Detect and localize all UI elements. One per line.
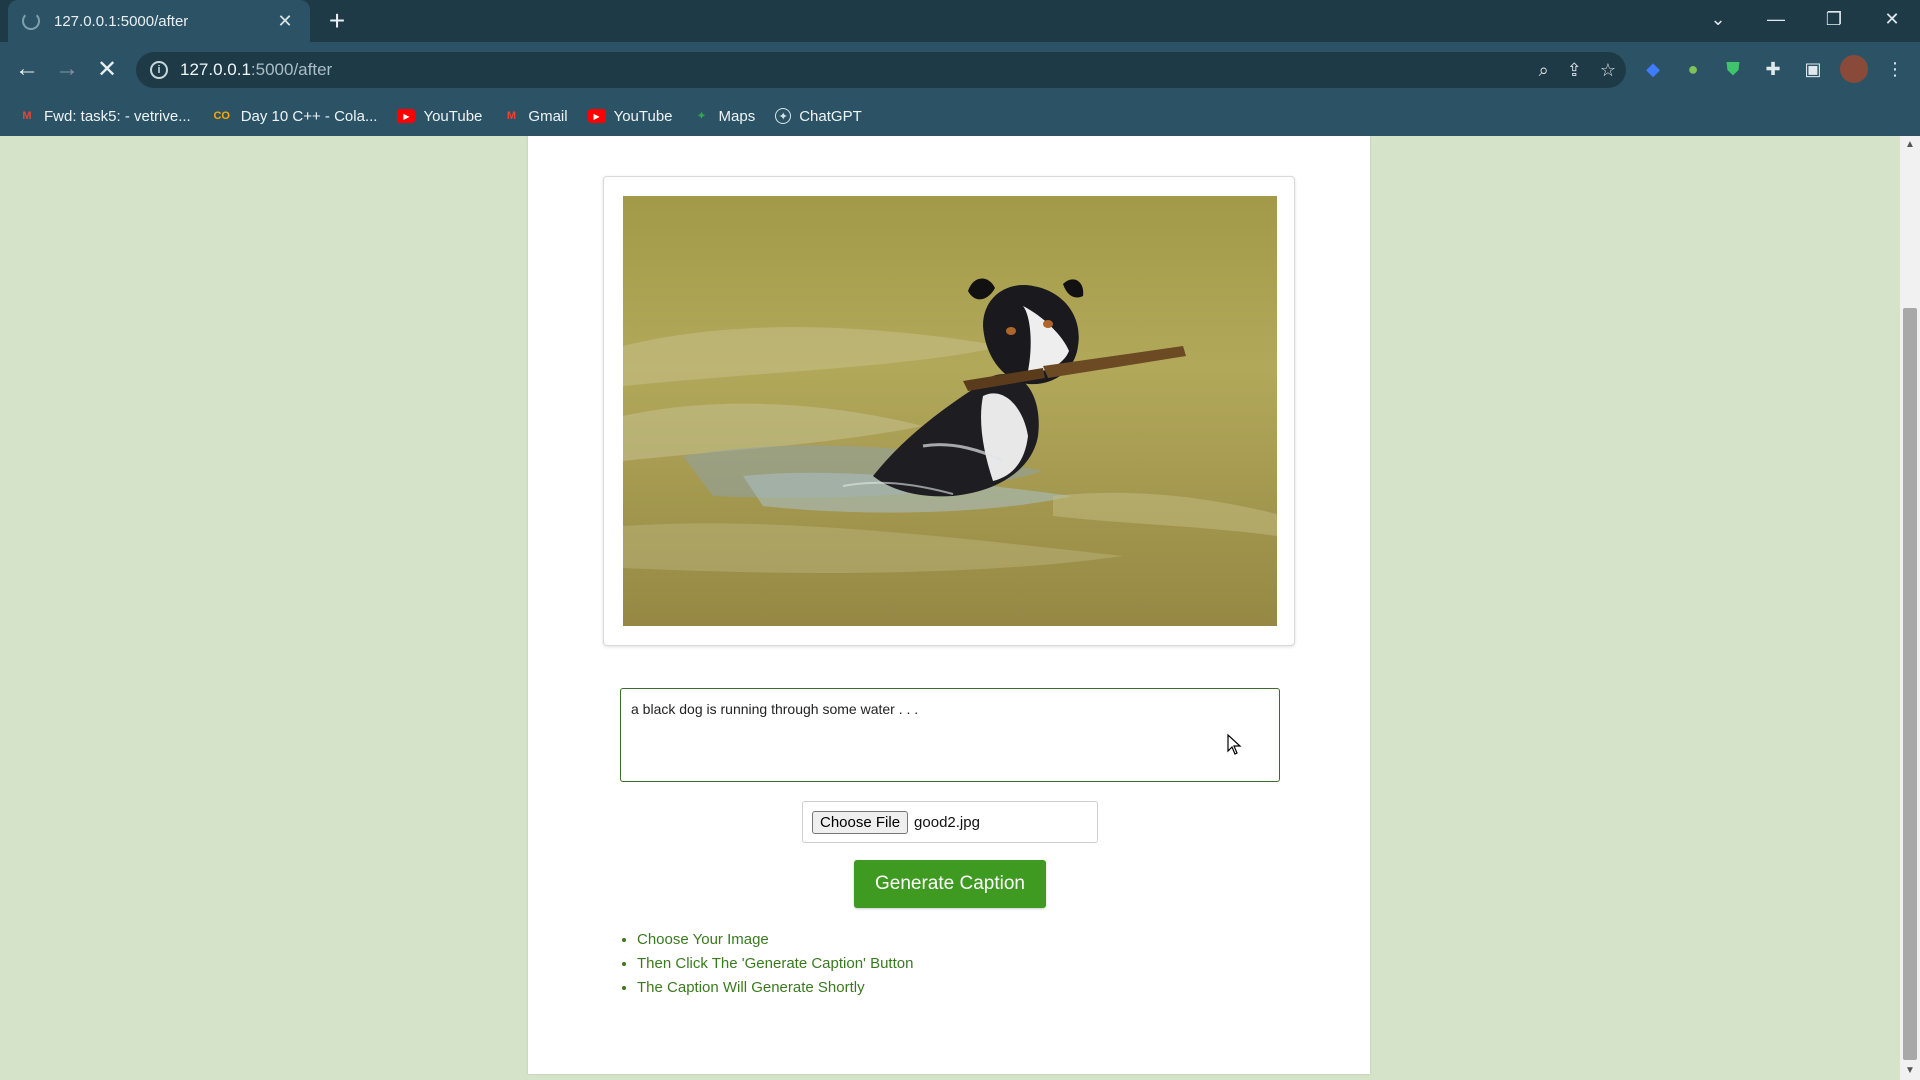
bookmark-label: YouTube — [613, 107, 673, 125]
extensions-puzzle-icon[interactable]: ✚ — [1760, 56, 1786, 82]
back-button[interactable]: ← — [8, 50, 46, 88]
instruction-item: Then Click The 'Generate Caption' Button — [637, 952, 913, 976]
bookmark-item[interactable]: ▶ YouTube — [397, 108, 482, 125]
choose-file-button[interactable]: Choose File — [812, 810, 909, 834]
main-card: a black dog is running through some wate… — [528, 136, 1370, 1074]
shield-icon[interactable]: ⛊ — [1720, 56, 1746, 82]
minimize-button[interactable]: — — [1748, 0, 1804, 38]
mouse-cursor-icon — [1227, 734, 1242, 755]
title-bar: 127.0.0.1:5000/after ✕ + ⌄ — ❐ ✕ — [0, 0, 1920, 42]
instruction-item: Choose Your Image — [637, 928, 913, 952]
instructions-list: Choose Your Image Then Click The 'Genera… — [621, 928, 913, 1000]
youtube-icon: ▶ — [587, 109, 606, 123]
scrollbar-thumb[interactable] — [1903, 308, 1917, 1060]
bookmark-item[interactable]: ✦ ChatGPT — [775, 108, 862, 125]
profile-avatar[interactable] — [1840, 55, 1868, 83]
instruction-item: The Caption Will Generate Shortly — [637, 976, 913, 1000]
tab-search-button[interactable]: ⌄ — [1690, 0, 1746, 38]
youtube-icon: ▶ — [397, 109, 416, 123]
site-info-icon[interactable]: i — [150, 61, 168, 79]
gmail-icon: M — [506, 110, 516, 122]
share-icon[interactable]: ⇪ — [1567, 60, 1582, 81]
browser-tab[interactable]: 127.0.0.1:5000/after ✕ — [8, 0, 310, 42]
caption-text: a black dog is running through some wate… — [631, 701, 919, 717]
stop-loading-button[interactable]: ✕ — [88, 50, 126, 88]
file-input[interactable]: Choose File good2.jpg — [802, 801, 1098, 843]
bookmark-label: Fwd: task5: - vetrive... — [44, 107, 191, 125]
extension-pen-icon[interactable]: ◆ — [1640, 56, 1666, 82]
forward-button[interactable]: → — [48, 50, 86, 88]
new-tab-button[interactable]: + — [322, 6, 352, 36]
gmail-icon: M — [22, 110, 32, 122]
zoom-icon[interactable]: ⌕ — [1539, 60, 1549, 81]
caption-output-textarea[interactable]: a black dog is running through some wate… — [620, 688, 1280, 782]
bookmark-item[interactable]: ▶ YouTube — [587, 107, 673, 125]
bookmarks-bar: M Fwd: task5: - vetrive... CO Day 10 C++… — [0, 96, 1920, 136]
bookmark-star-icon[interactable]: ☆ — [1600, 60, 1616, 81]
restore-button[interactable]: ❐ — [1806, 0, 1862, 38]
close-tab-icon[interactable]: ✕ — [274, 11, 296, 32]
bookmark-item[interactable]: CO Day 10 C++ - Cola... — [211, 107, 378, 125]
vertical-scrollbar[interactable]: ▲ ▼ — [1900, 136, 1920, 1080]
menu-kebab-icon[interactable]: ⋮ — [1882, 56, 1908, 82]
browser-toolbar: ← → ✕ i 127.0.0.1:5000/after ⌕ ⇪ ☆ ◆ ● ⛊… — [0, 42, 1920, 96]
page-viewport: a black dog is running through some wate… — [0, 136, 1900, 1080]
colab-icon: CO — [213, 110, 230, 122]
extension-palette-icon[interactable]: ● — [1680, 56, 1706, 82]
bookmark-label: Maps — [718, 107, 756, 125]
url-path: :5000/after — [250, 60, 333, 79]
loading-spinner-icon — [22, 12, 40, 30]
bookmark-label: Day 10 C++ - Cola... — [240, 107, 378, 125]
image-preview-frame — [603, 176, 1295, 646]
scroll-up-arrow-icon[interactable]: ▲ — [1900, 136, 1920, 154]
tab-title: 127.0.0.1:5000/after — [54, 12, 189, 30]
scroll-down-arrow-icon[interactable]: ▼ — [1900, 1062, 1920, 1080]
bookmark-label: ChatGPT — [799, 107, 862, 125]
bookmark-item[interactable]: M Fwd: task5: - vetrive... — [18, 107, 191, 125]
bookmark-item[interactable]: ⌖ Maps — [693, 107, 756, 125]
dog-in-water-illustration — [623, 196, 1277, 626]
bookmark-label: YouTube — [423, 107, 483, 125]
uploaded-dog-photo — [623, 196, 1277, 626]
side-panel-icon[interactable]: ▣ — [1800, 56, 1826, 82]
selected-file-name: good2.jpg — [914, 813, 980, 831]
close-window-button[interactable]: ✕ — [1864, 0, 1920, 38]
address-bar[interactable]: i 127.0.0.1:5000/after ⌕ ⇪ ☆ — [136, 52, 1626, 88]
generate-caption-button[interactable]: Generate Caption — [854, 860, 1046, 908]
bookmark-item[interactable]: M Gmail — [502, 107, 568, 125]
maps-icon: ⌖ — [698, 109, 705, 122]
chatgpt-icon: ✦ — [775, 108, 792, 124]
bookmark-label: Gmail — [528, 107, 568, 125]
url-host: 127.0.0.1 — [180, 60, 251, 79]
